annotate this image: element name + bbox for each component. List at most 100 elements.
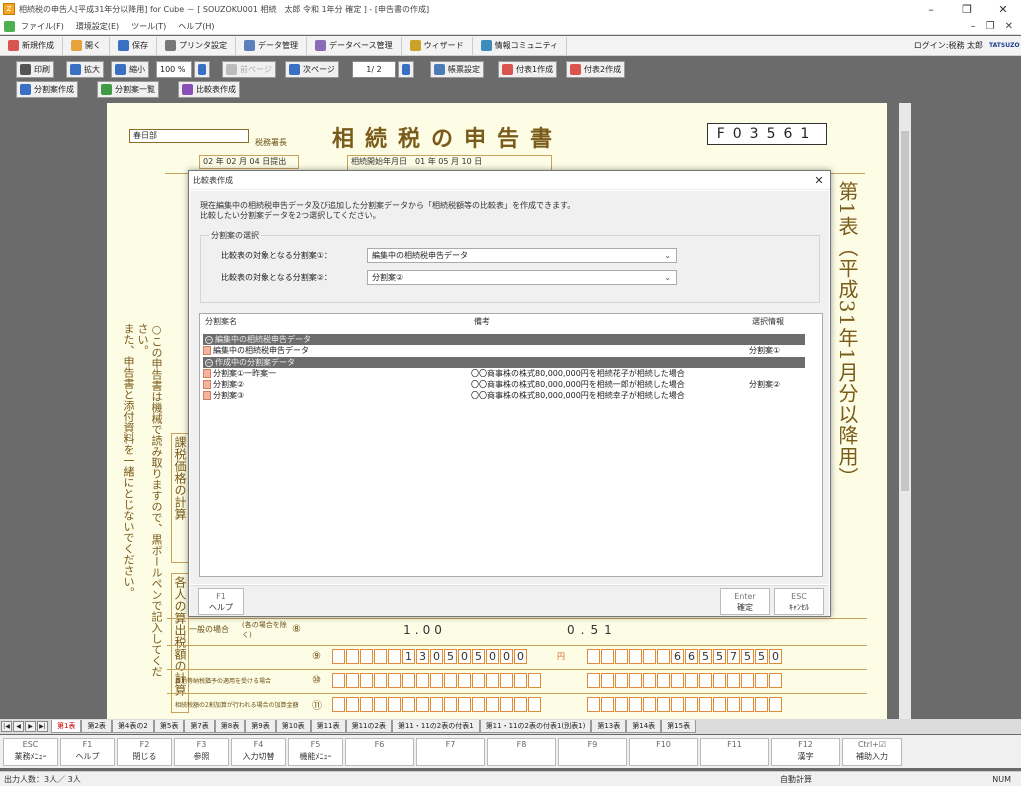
digit-cell[interactable]	[671, 697, 684, 712]
digit-cell[interactable]	[643, 697, 656, 712]
digit-cell[interactable]	[332, 673, 345, 688]
digit-cell[interactable]	[615, 649, 628, 664]
sheet-tab[interactable]: 第15表	[661, 720, 697, 733]
digit-cell[interactable]: 5	[713, 649, 726, 664]
menu-file[interactable]: ファイル(F)	[15, 21, 70, 32]
digit-cell[interactable]	[388, 649, 401, 664]
fkey-button[interactable]: F3 参照	[174, 738, 229, 766]
digit-cell[interactable]	[416, 697, 429, 712]
digit-cell[interactable]: 0	[500, 649, 513, 664]
scrollbar-thumb[interactable]	[901, 131, 909, 491]
digit-cell[interactable]	[458, 697, 471, 712]
dialog-close-icon[interactable]: ✕	[808, 174, 830, 187]
digit-cell[interactable]	[629, 697, 642, 712]
digit-cell[interactable]	[601, 673, 614, 688]
digit-cell[interactable]: 5	[472, 649, 485, 664]
group-drafts[interactable]: − 作成中の分割案データ	[203, 357, 805, 368]
digit-cell[interactable]	[741, 697, 754, 712]
digit-cell[interactable]	[727, 673, 740, 688]
menu-settings[interactable]: 環境設定(E)	[70, 21, 125, 32]
fkey-button[interactable]: F11	[700, 738, 769, 766]
digit-cell[interactable]	[486, 697, 499, 712]
form-settings-button[interactable]: 帳票設定	[430, 61, 484, 78]
first-tab-icon[interactable]: |◀	[1, 721, 12, 732]
digit-cell[interactable]	[587, 697, 600, 712]
digit-cell[interactable]	[388, 673, 401, 688]
digit-cell[interactable]	[699, 673, 712, 688]
sheet-tab[interactable]: 第14表	[626, 720, 662, 733]
digit-cell[interactable]	[346, 649, 359, 664]
fkey-button[interactable]: F7	[416, 738, 485, 766]
digit-cell[interactable]	[416, 673, 429, 688]
sheet-tab[interactable]: 第11・11の2表の付表1	[391, 720, 480, 733]
digit-cell[interactable]: 3	[416, 649, 429, 664]
digit-cell[interactable]: 1	[402, 649, 415, 664]
digit-cell[interactable]	[755, 673, 768, 688]
digit-cell[interactable]	[587, 673, 600, 688]
print-button[interactable]: 印刷	[16, 61, 54, 78]
fkey-button[interactable]: ESC 業務ﾒﾆｭｰ	[3, 738, 58, 766]
select1-dropdown[interactable]: 編集中の相続税申告データ ⌄	[367, 248, 677, 263]
digit-cell[interactable]	[500, 673, 513, 688]
digit-cell[interactable]	[360, 673, 373, 688]
digit-cell[interactable]	[472, 697, 485, 712]
fkey-button[interactable]: F2 閉じる	[117, 738, 172, 766]
row11-left-cells[interactable]	[332, 697, 587, 712]
sheet-tab[interactable]: 第9表	[245, 720, 276, 733]
digit-cell[interactable]	[402, 697, 415, 712]
digit-cell[interactable]	[528, 673, 541, 688]
cancel-button[interactable]: ESC ｷｬﾝｾﾙ	[774, 588, 824, 615]
digit-cell[interactable]	[657, 649, 670, 664]
digit-cell[interactable]	[587, 649, 600, 664]
minimize-icon[interactable]: –	[913, 0, 949, 18]
digit-cell[interactable]	[528, 697, 541, 712]
digit-cell[interactable]	[713, 697, 726, 712]
digit-cell[interactable]: 0	[430, 649, 443, 664]
digit-cell[interactable]	[374, 649, 387, 664]
digit-cell[interactable]: 5	[741, 649, 754, 664]
fkey-button[interactable]: Ctrl+☑ 補助入力	[842, 738, 902, 766]
digit-cell[interactable]	[741, 673, 754, 688]
digit-cell[interactable]: 0	[486, 649, 499, 664]
row11-right-cells[interactable]	[587, 697, 783, 712]
split-list-button[interactable]: 分割案一覧	[97, 81, 159, 98]
save-button[interactable]: 保存	[110, 36, 157, 55]
digit-cell[interactable]	[472, 673, 485, 688]
list-item[interactable]: 分割案② 〇〇商事株の株式80,000,000円を相続一郎が相続した場合 分割案②	[203, 379, 805, 390]
select2-dropdown[interactable]: 分割案② ⌄	[367, 270, 677, 285]
digit-cell[interactable]	[514, 697, 527, 712]
open-button[interactable]: 開く	[63, 36, 110, 55]
digit-cell[interactable]: 0	[769, 649, 782, 664]
restore-icon[interactable]: ❐	[949, 0, 985, 18]
digit-cell[interactable]	[601, 697, 614, 712]
digit-cell[interactable]	[615, 697, 628, 712]
list-item[interactable]: 編集中の相続税申告データ 分割案①	[203, 345, 805, 356]
digit-cell[interactable]: 5	[699, 649, 712, 664]
digit-cell[interactable]	[629, 649, 642, 664]
attach-table2-button[interactable]: 付表2作成	[566, 61, 626, 78]
split-create-button[interactable]: 分割案作成	[16, 81, 78, 98]
row10-right-cells[interactable]	[587, 673, 783, 688]
zoom-in-button[interactable]: 拡大	[66, 61, 104, 78]
zoom-out-button[interactable]: 縮小	[111, 61, 149, 78]
digit-cell[interactable]	[346, 673, 359, 688]
digit-cell[interactable]	[643, 673, 656, 688]
digit-cell[interactable]	[657, 697, 670, 712]
close-icon[interactable]: ✕	[985, 0, 1021, 18]
mdi-close-icon[interactable]: ✕	[1005, 21, 1013, 32]
digit-cell[interactable]	[713, 673, 726, 688]
digit-cell[interactable]	[769, 673, 782, 688]
sheet-tab[interactable]: 第8表	[214, 720, 246, 733]
last-tab-icon[interactable]: ▶|	[37, 721, 48, 732]
next-tab-icon[interactable]: ▶	[25, 721, 36, 732]
compare-create-button[interactable]: 比較表作成	[178, 81, 240, 98]
wizard-button[interactable]: ウィザード	[402, 36, 473, 55]
digit-cell[interactable]: 0	[458, 649, 471, 664]
sheet-tab[interactable]: 第2表	[81, 720, 112, 733]
digit-cell[interactable]	[332, 649, 345, 664]
prev-page-button[interactable]: 前ページ	[222, 61, 276, 78]
digit-cell[interactable]	[615, 673, 628, 688]
digit-cell[interactable]	[727, 697, 740, 712]
digit-cell[interactable]	[755, 697, 768, 712]
row10-left-cells[interactable]	[332, 673, 587, 688]
